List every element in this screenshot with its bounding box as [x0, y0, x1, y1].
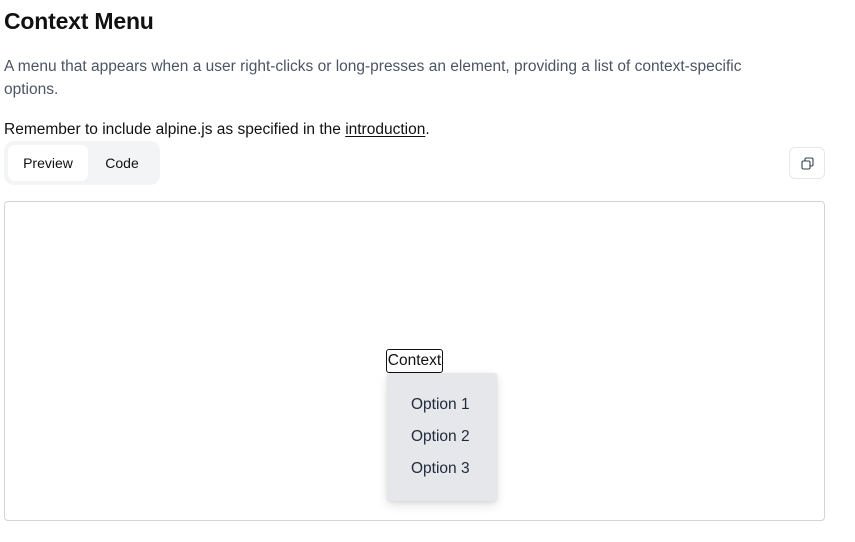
- context-trigger[interactable]: Context: [386, 349, 443, 373]
- remember-suffix: .: [425, 121, 430, 138]
- context-menu: Option 1 Option 2 Option 3: [387, 373, 497, 501]
- remember-prefix: Remember to include alpine.js as specifi…: [4, 121, 346, 138]
- menu-item-option-2[interactable]: Option 2: [387, 425, 497, 457]
- menu-item-option-1[interactable]: Option 1: [387, 393, 497, 425]
- introduction-link[interactable]: introduction: [345, 121, 425, 138]
- remember-note: Remember to include alpine.js as specifi…: [4, 119, 430, 141]
- page-description: A menu that appears when a user right-cl…: [4, 58, 742, 98]
- tab-preview[interactable]: Preview: [8, 145, 88, 181]
- page-title: Context Menu: [4, 8, 154, 34]
- copy-icon: [800, 156, 814, 170]
- copy-button[interactable]: [789, 147, 825, 179]
- tab-code[interactable]: Code: [88, 145, 156, 181]
- menu-item-option-3[interactable]: Option 3: [387, 457, 497, 489]
- page: Context Menu A menu that appears when a …: [0, 0, 855, 542]
- preview-code-tabs: Preview Code: [4, 141, 160, 185]
